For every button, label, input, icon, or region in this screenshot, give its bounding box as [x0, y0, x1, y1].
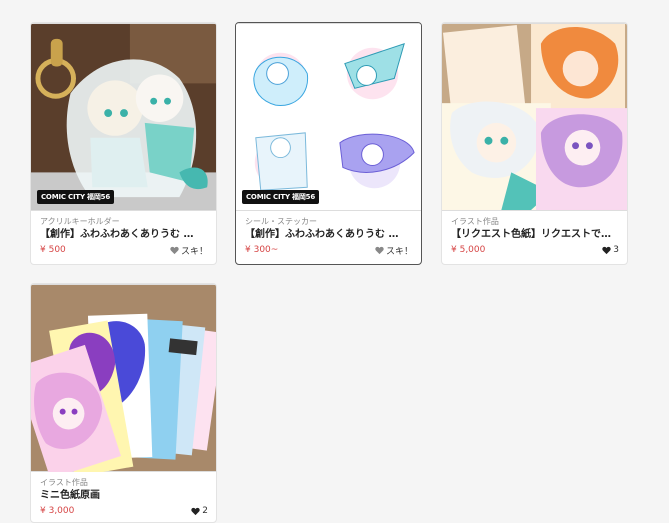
- product-category: イラスト作品: [451, 217, 499, 226]
- product-title[interactable]: ミニ色紙原画: [40, 488, 208, 504]
- heart-icon: [375, 246, 384, 254]
- like-count: 2: [202, 506, 208, 516]
- event-badge: COMIC CITY 福岡56: [242, 190, 319, 204]
- product-title[interactable]: 【創作】ふわふわあくありうむ ステッカー: [245, 227, 413, 243]
- product-category: シール・ステッカー: [245, 217, 317, 226]
- product-price: ¥ 500: [40, 245, 66, 255]
- like-button[interactable]: 3: [602, 245, 619, 255]
- sticker-sheet-image: [236, 24, 421, 210]
- product-info: シール・ステッカー 【創作】ふわふわあくありうむ ステッカー ¥ 300~ スキ…: [236, 211, 421, 263]
- like-button[interactable]: スキ！: [170, 244, 208, 257]
- like-label: スキ！: [385, 246, 413, 257]
- product-title[interactable]: 【創作】ふわふわあくありうむ アクリルキーホルダー: [40, 227, 208, 243]
- product-image[interactable]: COMIC CITY 福岡56: [236, 23, 421, 211]
- product-info: イラスト作品 【リクエスト色紙】リクエストで描きます ¥ 5,000 3: [442, 211, 627, 263]
- like-count: 3: [613, 245, 619, 255]
- like-button[interactable]: スキ！: [375, 244, 413, 257]
- product-info: アクリルキーホルダー 【創作】ふわふわあくありうむ アクリルキーホルダー ¥ 5…: [31, 211, 216, 263]
- product-category: イラスト作品: [40, 478, 88, 487]
- product-card[interactable]: イラスト作品 【リクエスト色紙】リクエストで描きます ¥ 5,000 3: [441, 22, 628, 265]
- product-price: ¥ 300~: [245, 245, 279, 255]
- product-card[interactable]: COMIC CITY 福岡56 アクリルキーホルダー 【創作】ふわふわあくありう…: [30, 22, 217, 265]
- acrylic-keychain-image: [31, 24, 216, 210]
- product-info: イラスト作品 ミニ色紙原画 ¥ 3,000 2: [31, 472, 216, 522]
- event-badge: COMIC CITY 福岡56: [37, 190, 114, 204]
- product-price: ¥ 5,000: [451, 245, 486, 255]
- like-label: スキ！: [180, 246, 208, 257]
- shikishi-collage-image: [442, 24, 627, 210]
- like-button[interactable]: 2: [191, 506, 208, 516]
- product-image[interactable]: [442, 23, 627, 211]
- product-image[interactable]: COMIC CITY 福岡56: [31, 23, 216, 211]
- heart-icon: [602, 246, 611, 254]
- heart-icon: [170, 246, 179, 254]
- product-title[interactable]: 【リクエスト色紙】リクエストで描きます: [451, 227, 619, 243]
- product-card[interactable]: COMIC CITY 福岡56 シール・ステッカー 【創作】ふわふわあくありうむ…: [235, 22, 422, 265]
- product-image[interactable]: [31, 284, 216, 472]
- product-card[interactable]: イラスト作品 ミニ色紙原画 ¥ 3,000 2: [30, 283, 217, 523]
- mini-shikishi-image: [31, 285, 216, 472]
- product-price: ¥ 3,000: [40, 506, 75, 516]
- product-category: アクリルキーホルダー: [40, 217, 120, 226]
- heart-icon: [191, 507, 200, 515]
